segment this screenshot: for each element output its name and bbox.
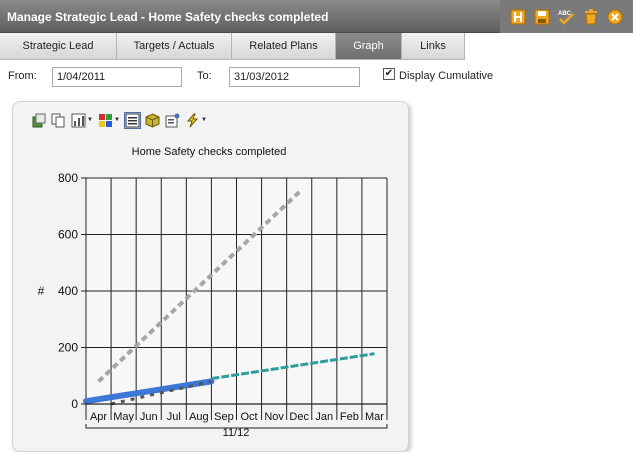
x-tick-label: Jun	[140, 411, 158, 423]
y-tick-label: 0	[71, 397, 78, 411]
x-tick-label: Dec	[289, 411, 309, 423]
x-tick-label: Oct	[240, 411, 257, 423]
x-tick-label: Sep	[214, 411, 234, 423]
line-chart: Home Safety checks completed 0 200 400 600 8…	[38, 146, 388, 439]
x-tick-label: Feb	[340, 411, 359, 423]
x-axis: Apr May Jun Jul Aug Sep Oct Nov Dec Jan Feb Mar	[85, 403, 388, 429]
x-tick-label: Jul	[167, 411, 181, 423]
x-tick-label: Apr	[90, 411, 107, 423]
y-axis: 0 200 400 600 800	[58, 171, 86, 411]
x-tick-label: May	[113, 411, 134, 423]
x-tick-label: Nov	[264, 411, 284, 423]
chart-title: Home Safety checks completed	[132, 146, 287, 158]
x-tick-label: Aug	[189, 411, 209, 423]
y-tick-label: 200	[58, 341, 78, 355]
x-tick-label: Mar	[365, 411, 384, 423]
y-tick-label: 800	[58, 171, 78, 185]
y-axis-label: #	[38, 284, 45, 298]
x-axis-group-label: 11/12	[223, 427, 250, 439]
x-tick-label: Jan	[315, 411, 333, 423]
y-tick-label: 600	[58, 228, 78, 242]
y-tick-label: 400	[58, 284, 78, 298]
